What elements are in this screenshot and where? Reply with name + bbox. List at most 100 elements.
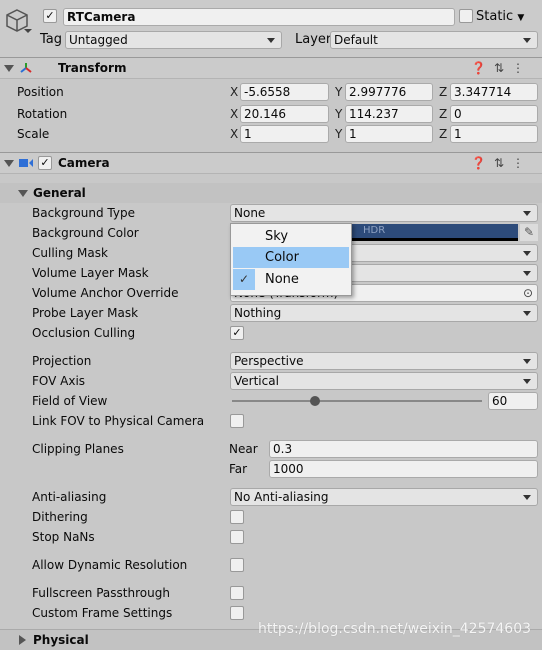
x-axis-label[interactable]: X	[230, 104, 238, 124]
chevron-down-icon	[523, 495, 531, 500]
projection-dropdown[interactable]: Perspective	[230, 352, 538, 370]
rotation-z-input[interactable]: 0	[450, 105, 538, 123]
anti-aliasing-label: Anti-aliasing	[32, 490, 107, 504]
tag-value: Untagged	[69, 33, 128, 47]
presets-icon[interactable]: ⇅	[494, 61, 512, 75]
background-type-dropdown[interactable]: None	[230, 204, 538, 222]
scale-z-input[interactable]: 1	[450, 125, 538, 143]
camera-icon	[19, 159, 33, 167]
component-header-icons: ❓⇅⋮	[471, 61, 532, 75]
z-axis-label[interactable]: Z	[439, 82, 447, 102]
help-icon[interactable]: ❓	[471, 61, 494, 75]
general-title: General	[33, 186, 86, 200]
anti-aliasing-dropdown[interactable]: No Anti-aliasing	[230, 488, 538, 506]
rotation-x-input[interactable]: 20.146	[240, 105, 329, 123]
static-dropdown[interactable]: Static ▼	[476, 8, 524, 26]
stop-nans-label: Stop NaNs	[32, 530, 95, 544]
link-fov-checkbox[interactable]	[230, 414, 244, 428]
watermark: https://blog.csdn.net/weixin_42574603	[258, 621, 532, 637]
chevron-down-icon	[523, 311, 531, 316]
fov-axis-dropdown[interactable]: Vertical	[230, 372, 538, 390]
custom-frame-settings-label: Custom Frame Settings	[32, 606, 173, 620]
checkmark-icon: ✓	[233, 269, 255, 290]
active-checkbox[interactable]: ✓	[43, 9, 57, 23]
y-axis-label[interactable]: Y	[335, 104, 342, 124]
chevron-down-icon	[523, 38, 531, 43]
dithering-checkbox[interactable]	[230, 510, 244, 524]
clipping-planes-label: Clipping Planes	[32, 442, 124, 456]
probe-layer-mask-value: Nothing	[234, 306, 282, 320]
scale-y-input[interactable]: 1	[345, 125, 433, 143]
foldout-arrow-icon[interactable]	[19, 635, 26, 645]
menu-item-sky[interactable]: Sky	[233, 226, 349, 247]
static-checkbox[interactable]	[459, 9, 473, 23]
scale-label: Scale	[17, 127, 50, 141]
stop-nans-checkbox[interactable]	[230, 530, 244, 544]
allow-dynamic-resolution-checkbox[interactable]	[230, 558, 244, 572]
tag-dropdown[interactable]: Untagged	[65, 31, 282, 49]
layer-value: Default	[334, 33, 378, 47]
fov-slider-thumb[interactable]	[309, 396, 320, 406]
layer-label: Layer	[295, 32, 332, 47]
z-axis-label[interactable]: Z	[439, 104, 447, 124]
object-header: ✓ RTCamera Static ▼ Tag Untagged Layer D…	[0, 0, 542, 57]
z-axis-label[interactable]: Z	[439, 124, 447, 144]
foldout-arrow-icon[interactable]	[4, 160, 14, 167]
layer-dropdown[interactable]: Default	[330, 31, 538, 49]
position-z-input[interactable]: 3.347714	[450, 83, 538, 101]
component-header-icons: ❓⇅⋮	[471, 156, 532, 170]
background-type-menu: Sky Color None ✓	[230, 223, 352, 296]
transform-header[interactable]: Transform ❓⇅⋮	[0, 57, 542, 79]
object-name-input[interactable]: RTCamera	[63, 8, 455, 26]
y-axis-label[interactable]: Y	[335, 82, 342, 102]
x-axis-label[interactable]: X	[230, 124, 238, 144]
rotation-label: Rotation	[17, 107, 68, 121]
eyedropper-icon[interactable]: ✎	[520, 224, 538, 241]
allow-dynamic-resolution-label: Allow Dynamic Resolution	[32, 558, 188, 572]
more-menu-icon[interactable]: ⋮	[512, 61, 532, 75]
help-icon[interactable]: ❓	[471, 156, 494, 170]
presets-icon[interactable]: ⇅	[494, 156, 512, 170]
x-axis-label[interactable]: X	[230, 82, 238, 102]
hdr-label: HDR	[363, 225, 386, 236]
general-section-header[interactable]: General	[0, 183, 542, 203]
near-clip-input[interactable]: 0.3	[269, 440, 538, 458]
chevron-down-icon	[267, 38, 275, 43]
fullscreen-passthrough-label: Fullscreen Passthrough	[32, 586, 170, 600]
scale-x-input[interactable]: 1	[240, 125, 329, 143]
field-of-view-input[interactable]: 60	[488, 392, 538, 410]
physical-title: Physical	[33, 633, 89, 647]
icon-dropdown-arrow[interactable]	[24, 29, 32, 33]
far-clip-input[interactable]: 1000	[269, 460, 538, 478]
chevron-down-icon	[523, 359, 531, 364]
chevron-down-icon	[523, 379, 531, 384]
near-label: Near	[229, 442, 258, 456]
camera-enabled-checkbox[interactable]: ✓	[38, 156, 52, 170]
y-axis-label[interactable]: Y	[335, 124, 342, 144]
field-of-view-label: Field of View	[32, 394, 108, 408]
far-label: Far	[229, 462, 248, 476]
volume-layer-mask-label: Volume Layer Mask	[32, 266, 149, 280]
menu-item-color[interactable]: Color	[233, 247, 349, 268]
occlusion-culling-label: Occlusion Culling	[32, 326, 136, 340]
position-y-input[interactable]: 2.997776	[345, 83, 433, 101]
camera-header[interactable]: ✓ Camera ❓⇅⋮	[0, 152, 542, 174]
foldout-arrow-icon[interactable]	[4, 65, 14, 72]
object-picker-icon[interactable]: ⊙	[523, 285, 533, 301]
custom-frame-settings-checkbox[interactable]	[230, 606, 244, 620]
volume-anchor-override-label: Volume Anchor Override	[32, 286, 179, 300]
probe-layer-mask-dropdown[interactable]: Nothing	[230, 304, 538, 322]
transform-icon	[20, 63, 32, 73]
dithering-label: Dithering	[32, 510, 88, 524]
link-fov-label: Link FOV to Physical Camera	[32, 414, 205, 428]
camera-title: Camera	[58, 156, 110, 170]
fullscreen-passthrough-checkbox[interactable]	[230, 586, 244, 600]
position-x-input[interactable]: -5.6558	[240, 83, 329, 101]
projection-value: Perspective	[234, 354, 304, 368]
rotation-y-input[interactable]: 114.237	[345, 105, 433, 123]
foldout-arrow-icon[interactable]	[18, 190, 28, 197]
background-type-value: None	[234, 206, 266, 220]
occlusion-culling-checkbox[interactable]: ✓	[230, 326, 244, 340]
more-menu-icon[interactable]: ⋮	[512, 156, 532, 170]
fov-slider-track[interactable]	[232, 400, 482, 402]
